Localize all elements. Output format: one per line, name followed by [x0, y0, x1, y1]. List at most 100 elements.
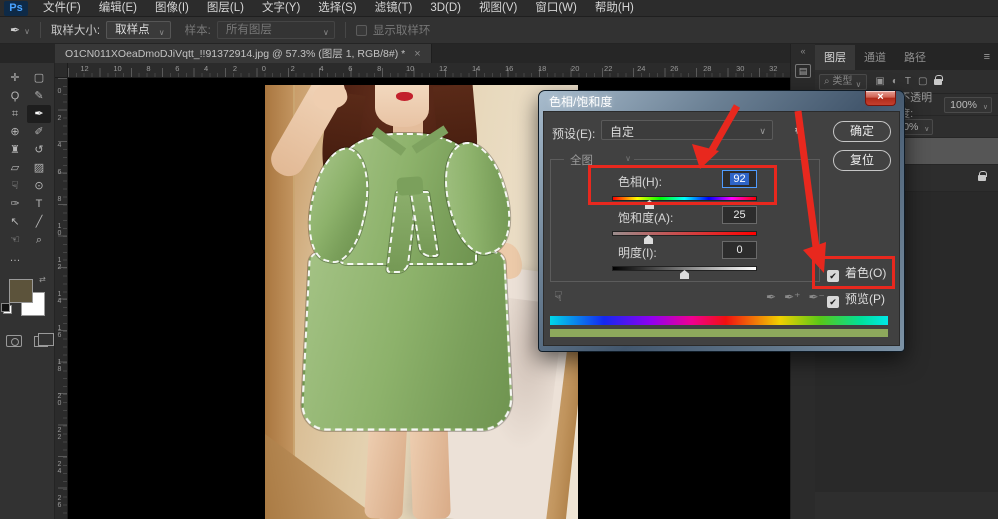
marquee-tool-icon[interactable]: ▢ — [27, 69, 51, 87]
lightness-input[interactable]: 0 — [722, 241, 757, 259]
tab-layers[interactable]: 图层 — [815, 45, 855, 70]
horizontal-ruler[interactable]: 1210864202468101214161820222426283032 — [68, 63, 790, 78]
ruler-number: 12 — [80, 64, 88, 73]
eyedropper-minus-icon[interactable]: ✒⁻ — [808, 290, 824, 304]
zoom-tool-icon[interactable]: ⌕ — [27, 231, 51, 249]
reset-button[interactable]: 复位 — [833, 150, 891, 171]
menu-item[interactable]: 文字(Y) — [253, 0, 309, 16]
saturation-slider[interactable] — [612, 231, 757, 236]
menu-item[interactable]: 文件(F) — [34, 0, 90, 16]
photo-document[interactable] — [265, 85, 578, 519]
clone-stamp-tool-icon[interactable]: ♜ — [3, 141, 27, 159]
filter-adjustment-layers-icon[interactable]: ◐ — [892, 76, 898, 87]
hand-tool-icon[interactable]: ☜ — [3, 231, 27, 249]
ruler-number: 6 — [175, 64, 179, 73]
ruler-number: 32 — [769, 64, 777, 73]
sample-select[interactable]: 所有图层∨ — [217, 21, 335, 39]
menu-item[interactable]: 帮助(H) — [586, 0, 643, 16]
history-brush-tool-icon[interactable]: ↺ — [27, 141, 51, 159]
search-icon: ⌕ — [824, 76, 830, 87]
ok-button[interactable]: 确定 — [833, 121, 891, 142]
saturation-input[interactable]: 25 — [722, 206, 757, 224]
chevron-down-icon: ∨ — [924, 123, 929, 137]
line-tool-icon[interactable]: ╱ — [27, 213, 51, 231]
opacity-value[interactable]: 100%∨ — [944, 97, 992, 113]
default-colors-icon[interactable] — [3, 305, 12, 314]
eyedropper-tool-preset-icon[interactable]: ✒∨ — [10, 23, 30, 37]
filter-pixel-layers-icon[interactable]: ▣ — [875, 76, 884, 87]
vertical-ruler[interactable]: 02468101214161820222426 — [55, 78, 68, 519]
preview-row: ✔预览(P) — [827, 290, 885, 308]
chevron-down-icon: ∨ — [759, 126, 766, 137]
show-sampling-ring-checkbox[interactable] — [356, 25, 367, 36]
ruler-number: 8 — [56, 196, 63, 203]
eyedropper-plus-icon[interactable]: ✒⁺ — [784, 290, 800, 304]
panel-menu-icon[interactable]: ≡ — [984, 51, 990, 63]
gear-icon[interactable]: ⚙ — [794, 123, 805, 137]
preview-checkbox[interactable]: ✔ — [827, 296, 839, 308]
ruler-number: 12 — [439, 64, 447, 73]
model-lips — [396, 92, 413, 101]
ruler-number: 18 — [56, 359, 63, 373]
sample-size-select[interactable]: 取样点∨ — [106, 21, 171, 39]
type-tool-icon[interactable]: T — [27, 195, 51, 213]
ruler-number: 10 — [406, 64, 414, 73]
tab-channels[interactable]: 通道 — [855, 45, 895, 70]
direct-selection-tool-icon[interactable]: ↖ — [3, 213, 27, 231]
menu-item[interactable]: 选择(S) — [309, 0, 365, 16]
ruler-number: 6 — [348, 64, 352, 73]
annotation-box-hue — [588, 165, 777, 205]
quick-mask-button[interactable] — [6, 335, 22, 347]
menu-item[interactable]: 窗口(W) — [526, 0, 586, 16]
brush-tool-icon[interactable]: ✐ — [27, 123, 51, 141]
dodge-tool-icon[interactable]: ⊙ — [27, 177, 51, 195]
gradient-tool-icon[interactable]: ▨ — [27, 159, 51, 177]
menu-item[interactable]: 图像(I) — [146, 0, 198, 16]
quick-selection-tool-icon[interactable]: ✎ — [27, 87, 51, 105]
dialog-close-button[interactable]: × — [865, 91, 896, 106]
smudge-tool-icon[interactable]: ☟ — [3, 177, 27, 195]
menu-item[interactable]: 图层(L) — [198, 0, 253, 16]
healing-brush-tool-icon[interactable]: ⊕ — [3, 123, 27, 141]
targeted-adjustment-icon[interactable]: ☟ — [554, 288, 563, 305]
menu-item[interactable]: 3D(D) — [421, 0, 470, 16]
tab-paths[interactable]: 路径 — [895, 45, 935, 70]
document-tab[interactable]: O1CN011XOeaDmoDJiVqtt_!!91372914.jpg @ 5… — [55, 44, 432, 63]
dialog-body: 预设(E): 自定∨ ⚙ 确定 复位 全图∨ 色相(H): 92 饱和度(A):… — [543, 111, 900, 346]
move-tool-icon[interactable]: ✛ — [3, 69, 27, 87]
filter-type-layers-icon[interactable]: T — [905, 76, 911, 87]
preset-select[interactable]: 自定∨ — [601, 120, 773, 140]
pen-tool-icon[interactable]: ✑ — [3, 195, 27, 213]
foreground-color-swatch[interactable] — [9, 279, 33, 303]
crop-tool-icon[interactable]: ⌗ — [3, 105, 27, 123]
filter-smart-objects-icon[interactable] — [934, 79, 942, 85]
lock-icon — [978, 175, 986, 181]
sample-label: 样本: — [185, 22, 211, 38]
swap-colors-icon[interactable]: ⇄ — [39, 275, 46, 284]
tool-bar: ✛ ▢ Ϙ ✎ ⌗ ✒ ⊕ ✐ ♜ ↺ ▱ ▨ ☟ ⊙ ✑ T ↖ ╱ ☜ ⌕ … — [0, 63, 55, 519]
hue-saturation-dialog[interactable]: 色相/饱和度 × 预设(E): 自定∨ ⚙ 确定 复位 全图∨ 色相(H): 9… — [538, 90, 905, 352]
more-tools-icon[interactable]: … — [3, 249, 27, 267]
filter-type-select[interactable]: ⌕ 类型∨ — [819, 74, 867, 90]
menu-item[interactable]: 滤镜(T) — [366, 0, 422, 16]
eraser-tool-icon[interactable]: ▱ — [3, 159, 27, 177]
ruler-number: 4 — [204, 64, 208, 73]
ruler-number: 10 — [113, 64, 121, 73]
menu-item[interactable]: 编辑(E) — [90, 0, 146, 16]
photoshop-logo[interactable]: Ps — [4, 1, 28, 16]
history-panel-icon[interactable]: ▤ — [795, 64, 811, 78]
ruler-corner — [55, 63, 68, 78]
collapse-panels-icon[interactable]: « — [791, 44, 815, 58]
ruler-number: 24 — [56, 461, 63, 475]
ruler-number: 24 — [637, 64, 645, 73]
chevron-down-icon: ∨ — [159, 25, 165, 41]
eyedropper-tool-icon[interactable]: ✒ — [27, 105, 51, 123]
close-icon[interactable]: × — [414, 48, 420, 60]
filter-shape-layers-icon[interactable]: ▢ — [918, 76, 927, 87]
menu-item[interactable]: 视图(V) — [470, 0, 526, 16]
chevron-down-icon: ∨ — [625, 154, 631, 163]
lasso-tool-icon[interactable]: Ϙ — [3, 87, 27, 105]
eyedropper-icon[interactable]: ✒ — [766, 290, 776, 304]
ruler-number: 12 — [56, 257, 63, 271]
screen-mode-button[interactable] — [34, 336, 48, 347]
